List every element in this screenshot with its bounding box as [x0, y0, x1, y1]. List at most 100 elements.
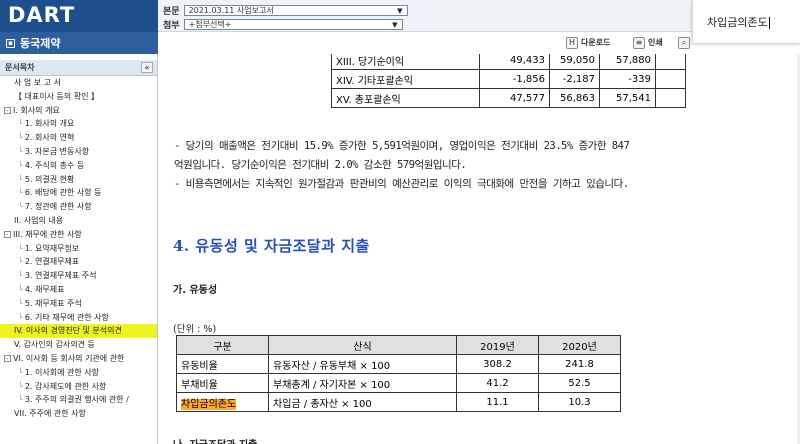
tree-connector-icon: └: [18, 174, 23, 184]
sidebar-item[interactable]: V. 감사인의 감사의견 등: [0, 338, 157, 352]
collapse-toggle-icon[interactable]: -: [4, 354, 11, 362]
collapse-sidebar-button[interactable]: «: [141, 62, 153, 73]
table-cell: -339: [599, 69, 656, 89]
sidebar-item-label: 1. 요약재무정보: [24, 243, 80, 253]
sidebar-item[interactable]: └ 1. 회사의 개요: [0, 117, 157, 131]
table-header-cell: 산식: [268, 335, 457, 355]
toc-tree: 사 업 보 고 서 【 대표이사 등의 확인 】 - I. 회사의 개요 └ 1. 회사의…: [0, 76, 157, 421]
sidebar-item[interactable]: └ 2. 회사의 연혁: [0, 131, 157, 145]
sidebar-item-label: 3. 자본금 변동사항: [24, 146, 90, 156]
subsection-title-b: 나. 자금조달과 지출: [173, 436, 257, 444]
table-cell: [655, 88, 686, 108]
print-button[interactable]: ≡ 인쇄: [633, 36, 663, 49]
table-row: 차입금의존도 차입금 / 총자산 × 100 11.1 10.3: [176, 392, 621, 412]
sidebar-item[interactable]: └ 5. 의결권 현황: [0, 173, 157, 187]
sidebar-item-label: VI. 이사회 등 회사의 기관에 관한: [13, 353, 125, 363]
sidebar-item[interactable]: └ 2. 연결재무제표: [0, 255, 157, 269]
table-cell: 10.3: [538, 392, 621, 412]
table-cell: 52.5: [538, 373, 621, 393]
table-header-cell: 2020년: [538, 335, 621, 355]
sidebar-item-label: 1. 이사회에 관한 사항: [24, 367, 99, 377]
collapse-toggle-icon[interactable]: -: [4, 230, 11, 238]
sidebar-item-label: 5. 재무제표 주석: [24, 298, 82, 308]
collapse-toggle-icon[interactable]: -: [4, 106, 11, 114]
table-cell: [655, 54, 686, 70]
tree-connector-icon: └: [18, 160, 23, 170]
sidebar-item[interactable]: - I. 회사의 개요: [0, 104, 157, 118]
attach-select-row: 첨부 +첨부선택+ ▼: [163, 18, 403, 31]
table-cell: [655, 69, 686, 89]
tree-connector-icon: └: [18, 271, 23, 281]
table-row: XIII. 당기순이익 49,433 59,050 57,880: [331, 54, 686, 70]
sidebar-item-label: 7. 정관에 관한 사항: [24, 202, 92, 212]
section-title: 4. 유동성 및 자금조달과 지출: [173, 237, 370, 255]
attach-select-value: +첨부선택+: [188, 20, 232, 29]
sidebar-item[interactable]: IV. 이사의 경영진단 및 분석의견: [0, 324, 157, 339]
attach-select[interactable]: +첨부선택+ ▼: [183, 19, 403, 30]
tree-connector-icon: └: [18, 257, 23, 267]
chevron-down-icon: ▼: [397, 6, 403, 15]
sidebar-item[interactable]: 사 업 보 고 서: [0, 76, 157, 90]
tree-connector-icon: └: [18, 202, 23, 212]
sidebar-item-label: 【 대표이사 등의 확인 】: [14, 91, 100, 101]
sidebar-item[interactable]: └ 2. 감사제도에 관한 사항: [0, 380, 157, 394]
sidebar-item-label: 2. 연결재무제표: [24, 257, 80, 267]
sidebar-item[interactable]: └ 7. 정관에 관한 사항: [0, 200, 157, 214]
search-button[interactable]: ⌕: [678, 36, 690, 49]
sidebar-item[interactable]: └ 6. 기타 재무에 관한 사항: [0, 311, 157, 325]
table-cell: 11.1: [456, 392, 539, 412]
table-row: 유동비율 유동자산 / 유동부채 × 100 308.2 241.8: [176, 354, 621, 374]
sidebar-item-label: 4. 주식의 총수 등: [24, 160, 85, 170]
table-cell: 241.8: [538, 354, 621, 374]
doc-label: 본문: [163, 7, 180, 17]
attach-label: 첨부: [163, 21, 180, 31]
table-cell: 부채총계 / 자기자본 × 100: [268, 373, 457, 393]
sidebar-header: 문서목차 «: [0, 60, 157, 76]
sidebar-item[interactable]: VII. 주주에 관한 사항: [0, 407, 157, 421]
sidebar-item[interactable]: └ 1. 요약재무정보: [0, 242, 157, 256]
table-row: 부채비율 부채총계 / 자기자본 × 100 41.2 52.5: [176, 373, 621, 393]
text-cursor: [768, 17, 770, 29]
dart-logo[interactable]: DART: [0, 0, 158, 32]
table-cell: 47,577: [479, 88, 550, 108]
doc-select-row: 본문 2021.03.11 사업보고서 ▼: [163, 4, 408, 17]
find-box[interactable]: 차입금의존도: [692, 0, 800, 44]
sidebar-item-label: 사 업 보 고 서: [14, 78, 61, 87]
table-cell: 부채비율: [176, 373, 269, 393]
sidebar-item[interactable]: └ 3. 자본금 변동사항: [0, 145, 157, 159]
tree-connector-icon: └: [18, 381, 23, 391]
tree-connector-icon: └: [18, 367, 23, 377]
search-icon: ⌕: [678, 36, 690, 49]
sidebar-item[interactable]: II. 사업의 내용: [0, 214, 157, 228]
table-cell: -1,856: [479, 69, 550, 89]
table-cell: XIV. 기타포괄손익: [331, 69, 480, 89]
document-content: XIII. 당기순이익 49,433 59,050 57,880 XIV. 기타포괄손익…: [159, 54, 800, 444]
sidebar-item[interactable]: └ 5. 재무제표 주석: [0, 297, 157, 311]
sidebar-item[interactable]: - VI. 이사회 등 회사의 기관에 관한: [0, 352, 157, 366]
sidebar-item[interactable]: └ 4. 재무제표: [0, 283, 157, 297]
sidebar-item-label: 2. 회사의 연혁: [24, 133, 75, 143]
table-cell: 57,880: [599, 54, 656, 70]
sidebar-item[interactable]: └ 6. 배당에 관한 사항 등: [0, 186, 157, 200]
doc-select[interactable]: 2021.03.11 사업보고서 ▼: [183, 5, 408, 16]
sidebar-title: 문서목차: [5, 63, 35, 72]
sidebar-item[interactable]: 【 대표이사 등의 확인 】: [0, 90, 157, 104]
search-highlight: 차입금의존도: [181, 398, 237, 410]
download-button[interactable]: H 다운로드: [566, 36, 610, 49]
find-input[interactable]: 차입금의존도: [707, 16, 768, 29]
chevron-down-icon: ▼: [392, 20, 398, 29]
sidebar-item[interactable]: └ 4. 주식의 총수 등: [0, 159, 157, 173]
tree-connector-icon: └: [18, 243, 23, 253]
sidebar-item-label: 6. 기타 재무에 관한 사항: [24, 312, 109, 322]
sidebar-item[interactable]: - III. 재무에 관한 사항: [0, 228, 157, 242]
sidebar-item-label: 1. 회사의 개요: [24, 119, 75, 129]
sidebar-item-label: 3. 연결재무제표 주석: [24, 271, 97, 281]
table-cell: 308.2: [456, 354, 539, 374]
income-table: XIII. 당기순이익 49,433 59,050 57,880 XIV. 기타포괄손익…: [331, 54, 686, 108]
sidebar-item[interactable]: └ 3. 주주의 의결권 행사에 관한 /: [0, 393, 157, 407]
sidebar-item[interactable]: └ 1. 이사회에 관한 사항: [0, 366, 157, 380]
table-cell: 차입금 / 총자산 × 100: [268, 392, 457, 412]
download-icon: H: [566, 36, 578, 49]
sidebar-item-label: 4. 재무제표: [24, 284, 65, 294]
sidebar-item[interactable]: └ 3. 연결재무제표 주석: [0, 269, 157, 283]
